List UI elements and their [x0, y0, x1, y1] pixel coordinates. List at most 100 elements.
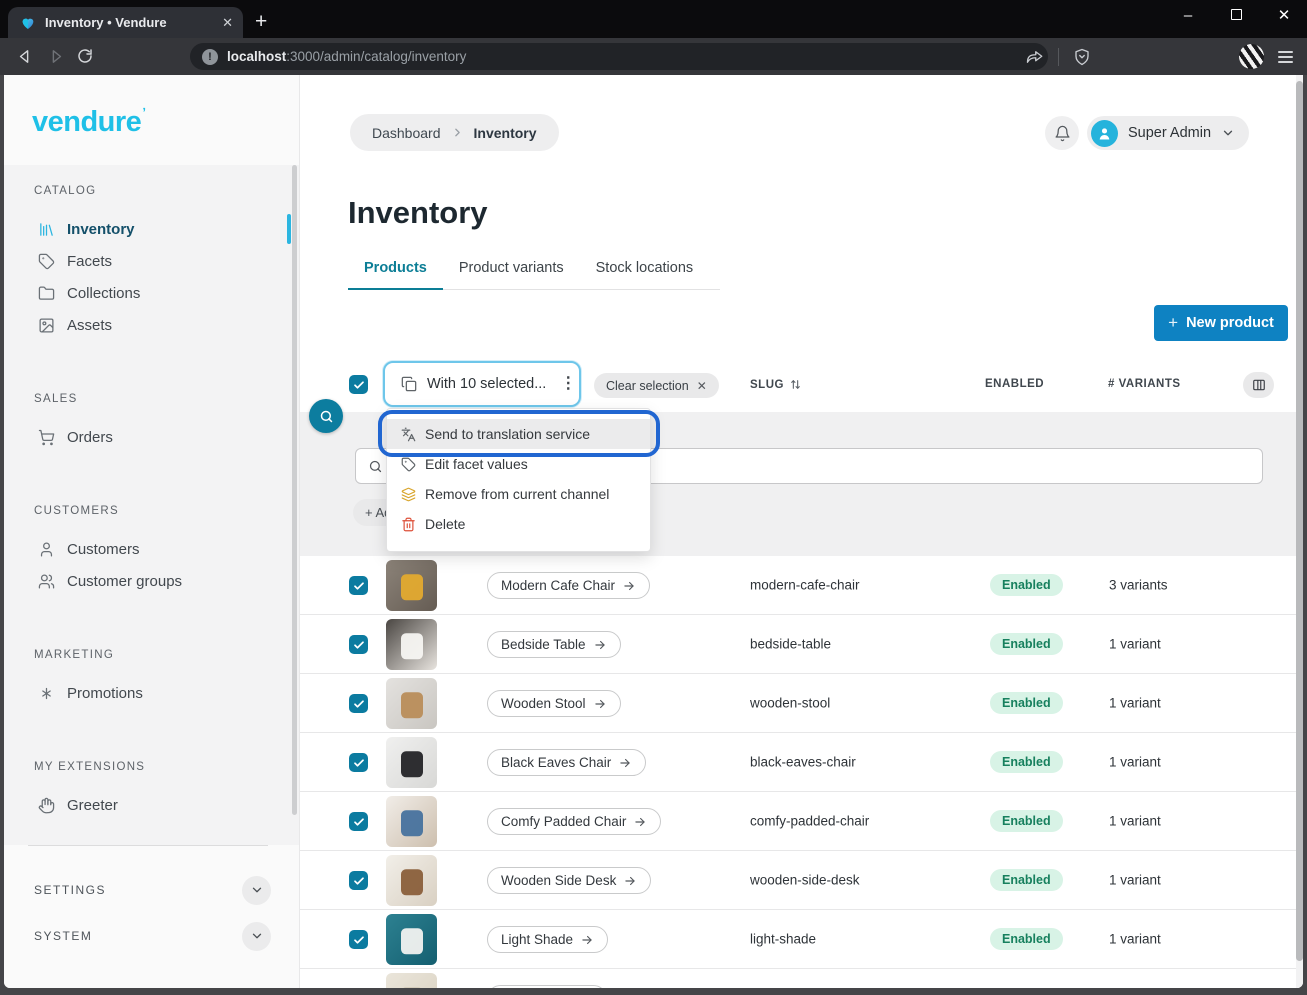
product-thumbnail: [386, 796, 437, 847]
column-settings-button[interactable]: [1243, 372, 1274, 398]
product-name-link[interactable]: Wooden Stool: [487, 690, 621, 717]
enabled-badge: Enabled: [990, 810, 1063, 832]
chevron-down-icon[interactable]: [242, 922, 271, 951]
image-icon: [38, 317, 55, 334]
sidebar-section: MY EXTENSIONS Greeter: [4, 753, 299, 821]
variant-count: 1 variant: [1109, 873, 1161, 888]
sidebar-item-greeter[interactable]: Greeter: [4, 789, 299, 821]
sidebar-nav: CATALOG Inventory Facets Collections Ass…: [4, 165, 299, 845]
main-scrollbar-thumb[interactable]: [1296, 81, 1303, 961]
with-selected-dropdown-button[interactable]: With 10 selected... ⋮: [383, 361, 581, 407]
tag-icon: [38, 253, 55, 270]
browser-tab[interactable]: Inventory • Vendure ✕: [8, 7, 243, 38]
user-menu[interactable]: Super Admin: [1087, 116, 1249, 150]
product-name-link[interactable]: Bedside Table: [487, 631, 621, 658]
table-row: Comfy Padded Chair comfy-padded-chair En…: [300, 792, 1296, 851]
menu-item-delete[interactable]: Delete: [387, 509, 650, 539]
sidebar-section-settings[interactable]: SETTINGS: [4, 867, 299, 913]
chevron-down-icon[interactable]: [242, 876, 271, 905]
select-all-checkbox[interactable]: [349, 375, 368, 394]
tab-title: Inventory • Vendure: [45, 15, 213, 30]
sidebar-item-inventory[interactable]: Inventory: [4, 213, 299, 245]
new-tab-button[interactable]: +: [255, 9, 267, 35]
row-checkbox[interactable]: [349, 812, 368, 831]
row-checkbox[interactable]: [349, 930, 368, 949]
product-name-link[interactable]: Comfy Padded Chair: [487, 808, 661, 835]
menu-item-send-to-translation-service[interactable]: Send to translation service: [387, 419, 650, 449]
toolbar-divider: [1058, 48, 1059, 66]
search-fab-marker[interactable]: [309, 399, 343, 433]
sidebar-item-assets[interactable]: Assets: [4, 309, 299, 341]
sidebar-section: CUSTOMERS Customers Customer groups: [4, 497, 299, 597]
product-thumbnail: [386, 678, 437, 729]
enabled-badge: Enabled: [990, 928, 1063, 950]
window-close-button[interactable]: ✕: [1275, 6, 1293, 24]
product-slug: black-eaves-chair: [750, 755, 856, 770]
main-scrollbar-track[interactable]: [1296, 75, 1303, 988]
sidebar: vendureʼ CATALOG Inventory Facets Collec…: [4, 75, 300, 988]
product-name: Wooden Side Desk: [501, 873, 616, 888]
tab-product-variants[interactable]: Product variants: [443, 260, 580, 289]
cart-icon: [38, 429, 55, 446]
breadcrumb[interactable]: Dashboard Inventory: [350, 114, 559, 151]
row-checkbox[interactable]: [349, 694, 368, 713]
close-icon: ✕: [697, 379, 707, 393]
variant-count: 1 variant: [1109, 696, 1161, 711]
product-name-link[interactable]: Black Eaves Chair: [487, 749, 646, 776]
product-thumbnail: [386, 973, 437, 988]
sidebar-item-facets[interactable]: Facets: [4, 245, 299, 277]
sidebar-item-collections[interactable]: Collections: [4, 277, 299, 309]
vendure-logo[interactable]: vendureʼ: [32, 105, 145, 139]
new-product-button[interactable]: + New product: [1154, 305, 1288, 341]
site-info-icon[interactable]: !: [202, 49, 218, 65]
sidebar-scrollbar[interactable]: [292, 165, 297, 815]
row-checkbox[interactable]: [349, 635, 368, 654]
column-header-slug[interactable]: SLUG: [750, 378, 802, 391]
product-name-link[interactable]: [487, 985, 607, 988]
arrow-right-icon: [622, 579, 636, 593]
breadcrumb-inventory: Inventory: [474, 125, 537, 141]
sidebar-section-system[interactable]: SYSTEM: [4, 913, 299, 959]
notifications-button[interactable]: [1045, 116, 1079, 150]
tab-stock-locations[interactable]: Stock locations: [580, 260, 710, 289]
kebab-menu-icon[interactable]: ⋮: [556, 377, 580, 391]
row-checkbox[interactable]: [349, 871, 368, 890]
sort-icon[interactable]: [789, 378, 802, 391]
translate-icon: [401, 427, 416, 442]
tab-close-icon[interactable]: ✕: [222, 15, 233, 31]
search-icon: [368, 459, 383, 474]
product-name-link[interactable]: Light Shade: [487, 926, 608, 953]
product-name-link[interactable]: Wooden Side Desk: [487, 867, 651, 894]
reload-icon[interactable]: [70, 48, 100, 66]
back-icon[interactable]: [10, 48, 40, 66]
tab-products[interactable]: Products: [348, 260, 443, 290]
brave-shield-icon[interactable]: [1073, 48, 1091, 66]
menu-item-edit-facet-values[interactable]: Edit facet values: [387, 449, 650, 479]
menu-item-remove-from-current-channel[interactable]: Remove from current channel: [387, 479, 650, 509]
clear-selection-button[interactable]: Clear selection ✕: [594, 373, 719, 398]
browser-window: Inventory • Vendure ✕ + – ✕ ! localhost:…: [0, 0, 1307, 995]
trash-icon: [401, 517, 416, 532]
vendure-favicon-icon: [20, 15, 36, 31]
arrow-right-icon: [593, 638, 607, 652]
breadcrumb-dashboard[interactable]: Dashboard: [372, 125, 441, 141]
sidebar-item-customers[interactable]: Customers: [4, 533, 299, 565]
variant-count: 1 variant: [1109, 637, 1161, 652]
product-slug: wooden-stool: [750, 696, 830, 711]
url-bar[interactable]: ! localhost:3000/admin/catalog/inventory: [190, 43, 1048, 70]
browser-profile-avatar[interactable]: [1239, 44, 1264, 69]
sidebar-item-promotions[interactable]: Promotions: [4, 677, 299, 709]
sidebar-item-customer-groups[interactable]: Customer groups: [4, 565, 299, 597]
column-header-enabled: ENABLED: [985, 378, 1044, 390]
enabled-badge: Enabled: [990, 574, 1063, 596]
product-name-link[interactable]: Modern Cafe Chair: [487, 572, 650, 599]
share-icon[interactable]: [1026, 48, 1044, 66]
window-minimize-button[interactable]: –: [1179, 7, 1197, 24]
browser-menu-icon[interactable]: [1278, 48, 1293, 66]
url-path: :3000/admin/catalog/inventory: [286, 49, 466, 64]
sidebar-item-orders[interactable]: Orders: [4, 421, 299, 453]
row-checkbox[interactable]: [349, 753, 368, 772]
row-checkbox[interactable]: [349, 576, 368, 595]
window-maximize-button[interactable]: [1227, 7, 1245, 24]
forward-icon[interactable]: [40, 48, 70, 66]
